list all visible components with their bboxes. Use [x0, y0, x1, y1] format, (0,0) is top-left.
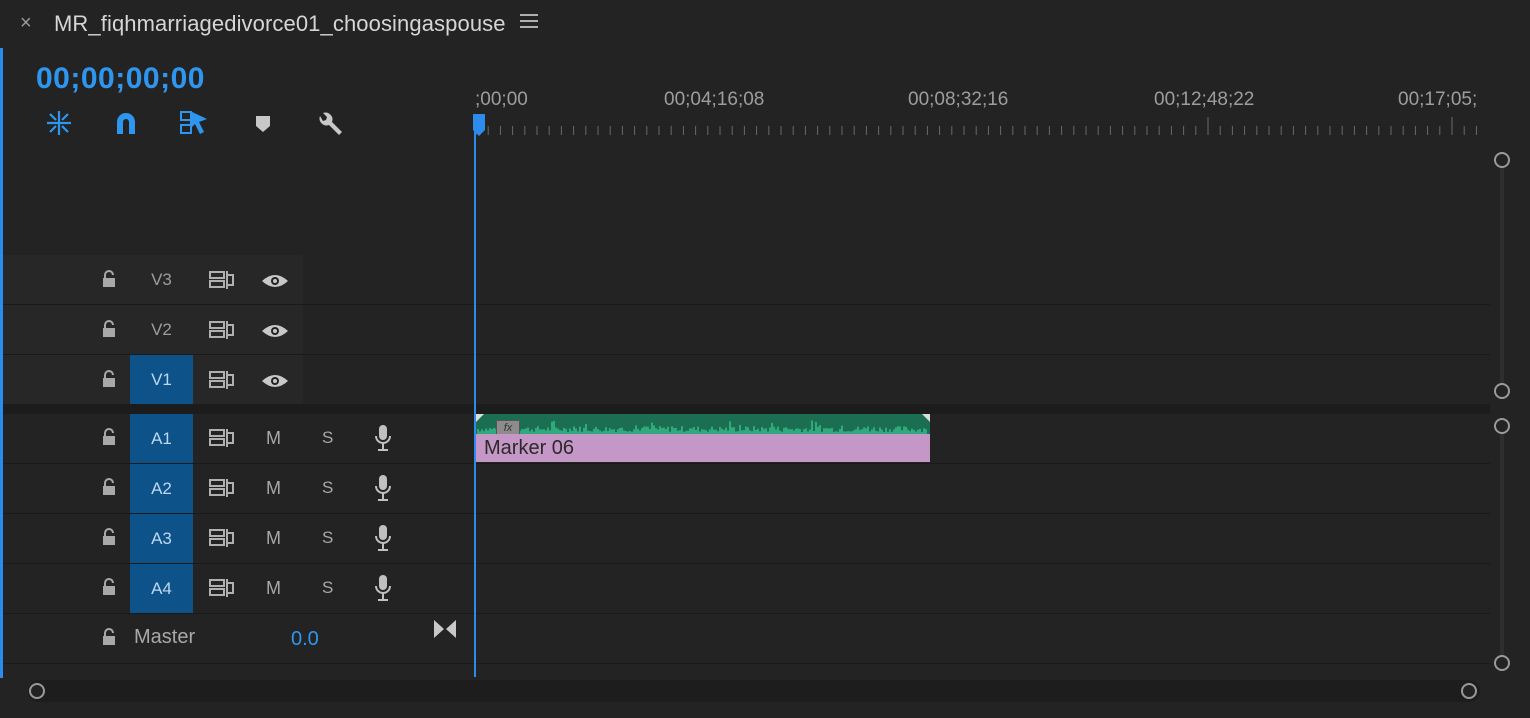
ruler-label: 00;08;32;16 [908, 89, 1009, 110]
lock-icon[interactable] [101, 320, 117, 338]
audio-clip[interactable]: fx Marker 06 [476, 414, 930, 462]
playhead-handle-icon[interactable] [471, 114, 487, 136]
panel-title-bar: × MR_fiqhmarriagedivorce01_choosingaspou… [0, 0, 1530, 48]
sync-lock-icon[interactable] [209, 478, 235, 498]
scroll-knob-bottom[interactable] [1494, 655, 1510, 671]
mute-button[interactable]: M [266, 428, 281, 449]
zoom-knob-left[interactable] [29, 683, 45, 699]
solo-button[interactable]: S [322, 528, 333, 548]
solo-button[interactable]: S [322, 578, 333, 598]
eye-toggle-icon[interactable] [261, 273, 289, 289]
sync-lock-icon[interactable] [209, 320, 235, 340]
sync-lock-icon[interactable] [209, 270, 235, 290]
track-target-a3[interactable]: A3 [130, 514, 193, 563]
microphone-icon[interactable] [373, 424, 393, 452]
zoom-knob-right[interactable] [1461, 683, 1477, 699]
clip-label-area: Marker 06 [476, 434, 930, 462]
nest-sequence-icon[interactable] [44, 108, 74, 138]
lock-icon[interactable] [101, 478, 117, 496]
sync-lock-icon[interactable] [209, 528, 235, 548]
ruler-label: 00;12;48;22 [1154, 89, 1255, 110]
audio-tracks-scrollbar[interactable] [1494, 418, 1510, 672]
close-panel-icon[interactable]: × [20, 12, 32, 35]
lock-icon[interactable] [101, 270, 117, 288]
track-target-v2[interactable]: V2 [130, 305, 193, 354]
eye-toggle-icon[interactable] [261, 373, 289, 389]
lock-icon[interactable] [101, 370, 117, 388]
mute-button[interactable]: M [266, 578, 281, 599]
eye-toggle-icon[interactable] [261, 323, 289, 339]
clip-end-handle-icon[interactable] [922, 414, 930, 422]
sync-lock-icon[interactable] [209, 578, 235, 598]
hamburger-menu-icon[interactable] [520, 14, 538, 30]
ruler-label: ;00;00 [475, 89, 528, 110]
video-audio-divider[interactable] [3, 404, 1490, 414]
ruler-label: 00;17;05; [1398, 89, 1478, 110]
lock-icon[interactable] [101, 428, 117, 446]
scroll-knob-top[interactable] [1494, 418, 1510, 434]
lock-icon[interactable] [101, 628, 117, 646]
playhead-line[interactable] [474, 120, 476, 677]
time-ruler[interactable] [476, 117, 1488, 137]
clip-waveform [476, 414, 930, 434]
track-target-v3[interactable]: V3 [130, 255, 193, 304]
microphone-icon[interactable] [373, 574, 393, 602]
scroll-knob-top[interactable] [1494, 152, 1510, 168]
sync-lock-icon[interactable] [209, 370, 235, 390]
ruler-label: 00;04;16;08 [664, 89, 765, 110]
track-target-a2[interactable]: A2 [130, 464, 193, 513]
clip-start-handle-icon[interactable] [476, 414, 484, 422]
microphone-icon[interactable] [373, 474, 393, 502]
solo-button[interactable]: S [322, 428, 333, 448]
snap-magnet-icon[interactable] [111, 108, 141, 138]
sequence-tab-title[interactable]: MR_fiqhmarriagedivorce01_choosingaspouse [54, 11, 506, 37]
playhead-timecode[interactable]: 00;00;00;00 [36, 62, 205, 96]
mute-button[interactable]: M [266, 478, 281, 499]
track-target-v1[interactable]: V1 [130, 355, 193, 404]
scroll-knob-bottom[interactable] [1494, 383, 1510, 399]
collapse-expand-icon[interactable] [433, 619, 457, 639]
timeline-zoom-scrollbar[interactable] [28, 680, 1480, 702]
track-target-a4[interactable]: A4 [130, 564, 193, 613]
solo-button[interactable]: S [322, 478, 333, 498]
mute-button[interactable]: M [266, 528, 281, 549]
master-volume-value[interactable]: 0.0 [291, 628, 319, 651]
sync-lock-icon[interactable] [209, 428, 235, 448]
lock-icon[interactable] [101, 528, 117, 546]
lock-icon[interactable] [101, 578, 117, 596]
track-target-a1[interactable]: A1 [130, 414, 193, 463]
track-header-spacer [3, 148, 473, 254]
microphone-icon[interactable] [373, 524, 393, 552]
video-tracks-scrollbar[interactable] [1494, 152, 1510, 400]
master-track-label: Master [134, 626, 196, 648]
track-row-master[interactable] [3, 614, 1490, 664]
linked-selection-icon[interactable] [179, 108, 209, 138]
add-marker-icon[interactable] [248, 108, 278, 138]
clip-name: Marker 06 [484, 437, 575, 459]
wrench-settings-icon[interactable] [315, 108, 345, 138]
